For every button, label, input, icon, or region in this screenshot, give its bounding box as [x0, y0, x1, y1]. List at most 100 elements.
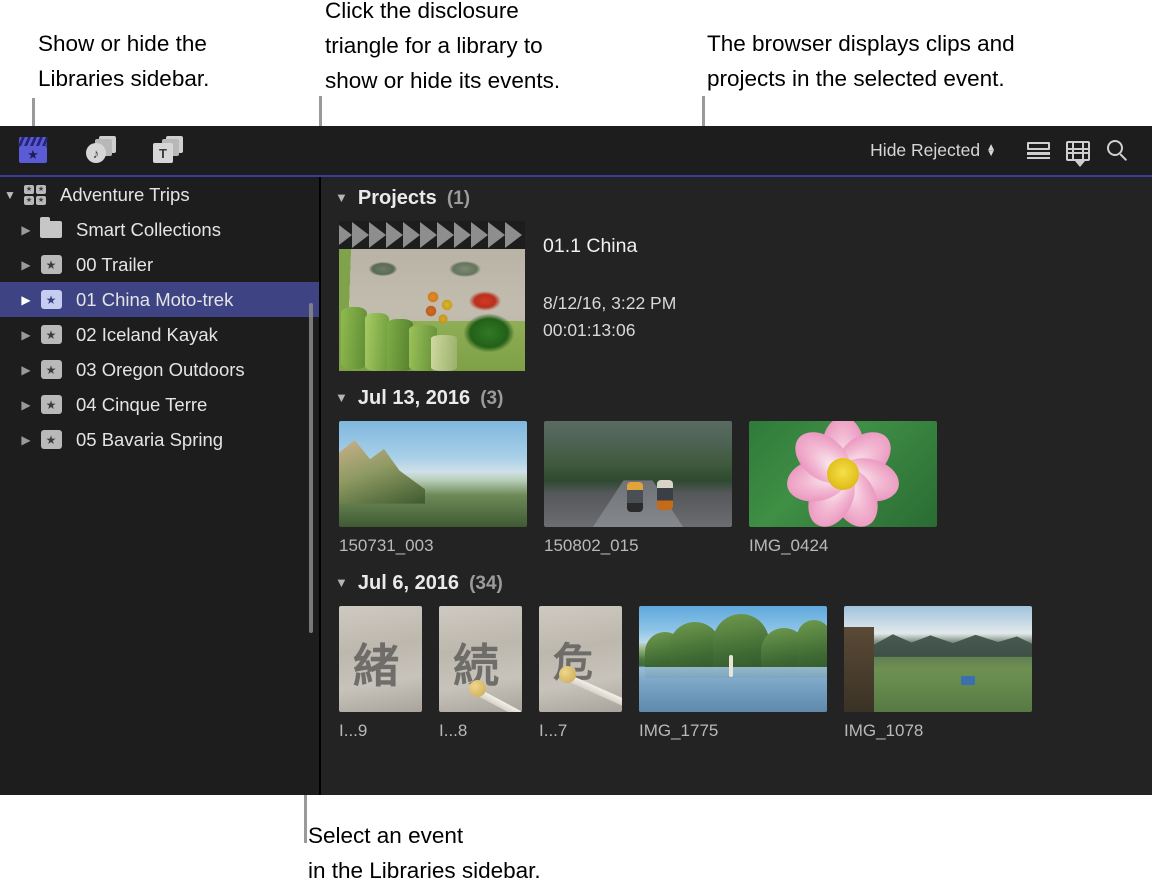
clip-item[interactable]: IMG_1775 [639, 606, 827, 741]
music-note-glyph: ♪ [86, 143, 106, 163]
disclosure-triangle[interactable]: ▶ [16, 258, 36, 272]
disclosure-triangle[interactable]: ▶ [16, 223, 36, 237]
clip-item[interactable]: IMG_1078 [844, 606, 1032, 741]
clip-item[interactable]: 150731_003 [339, 421, 527, 556]
disclosure-triangle[interactable]: ▶ [16, 433, 36, 447]
event-browser: ▼Projects(1)01.1 China8/12/16, 3:22 PM00… [321, 177, 1152, 795]
list-view-button[interactable] [1018, 131, 1058, 171]
clip-thumbnail: 緒 [339, 606, 422, 712]
filmstrip-view-icon [1066, 141, 1090, 161]
clip-row: 緒I...9続I...8危I...7IMG_1775IMG_1078 [321, 606, 1152, 741]
filmstrip-view-button[interactable] [1058, 131, 1098, 171]
sidebar-scrollbar[interactable] [309, 303, 313, 633]
list-view-icon [1027, 142, 1050, 159]
project-thumbnail[interactable] [339, 221, 525, 371]
project-metadata: 01.1 China8/12/16, 3:22 PM00:01:13:06 [543, 221, 676, 371]
clip-item[interactable]: IMG_0424 [749, 421, 937, 556]
event-star-glyph: ★ [41, 325, 62, 344]
hide-rejected-popup[interactable]: Hide Rejected ▲ ▼ [870, 140, 996, 161]
sidebar-item-smart-collections[interactable]: ▶ Smart Collections [0, 212, 319, 247]
clip-row: 150731_003 150802_015 IMG_0424 [321, 421, 1152, 556]
photos-audio-icon: ♪ [84, 136, 116, 164]
section-header[interactable]: ▼ Jul 13, 2016 (3) [321, 387, 1152, 421]
event-star-glyph: ★ [41, 430, 62, 449]
sidebar-item-01-china-moto-trek[interactable]: ▶★01 China Moto-trek [0, 282, 319, 317]
browser-section: ▼Projects(1)01.1 China8/12/16, 3:22 PM00… [321, 177, 1152, 371]
event-star-icon: ★ [36, 290, 66, 309]
section-header[interactable]: ▼ Jul 6, 2016 (34) [321, 572, 1152, 606]
libraries-sidebar-toggle-button[interactable]: ★ [14, 131, 52, 169]
titles-generators-icon: T [151, 136, 183, 164]
sidebar-item-label: 05 Bavaria Spring [66, 429, 223, 451]
sidebar-item-05-bavaria-spring[interactable]: ▶ ★05 Bavaria Spring [0, 422, 319, 457]
sidebar-item-label: Smart Collections [66, 219, 221, 241]
sidebar-item-label: 02 Iceland Kayak [66, 324, 218, 346]
clip-item[interactable]: 150802_015 [544, 421, 732, 556]
clip-name: I...9 [339, 712, 422, 741]
event-star-icon: ★ [36, 325, 66, 344]
clip-thumbnail [749, 421, 937, 527]
sidebar-event-list: ▶Smart Collections▶★00 Trailer▶★01 China… [0, 212, 319, 457]
library-label: Adventure Trips [50, 184, 190, 206]
clip-thumbnail [639, 606, 827, 712]
event-star-icon: ★ [36, 360, 66, 379]
photos-and-audio-button[interactable]: ♪ [81, 131, 119, 169]
callout-browser: The browser displays clips and projects … [707, 26, 1015, 96]
final-cut-pro-window: ★ ♪ T [0, 126, 1152, 795]
clip-thumbnail [844, 606, 1032, 712]
folder-icon [36, 221, 66, 238]
clip-name: 150802_015 [544, 527, 732, 556]
search-button[interactable] [1098, 131, 1138, 171]
event-star-icon: ★ [36, 395, 66, 414]
project-date: 8/12/16, 3:22 PM [543, 290, 676, 317]
clip-item[interactable]: 緒I...9 [339, 606, 422, 741]
clip-name: 150731_003 [339, 527, 527, 556]
library-disclosure-triangle[interactable]: ▼ [0, 188, 20, 202]
sidebar-item-label: 00 Trailer [66, 254, 153, 276]
title-t-glyph: T [153, 143, 173, 163]
section-count: (1) [447, 188, 470, 210]
clip-thumbnail [544, 421, 732, 527]
leader-line-select-event [304, 795, 307, 843]
sidebar-item-00-trailer[interactable]: ▶ ★00 Trailer [0, 247, 319, 282]
project-duration: 00:01:13:06 [543, 317, 676, 344]
disclosure-triangle[interactable]: ▶ [16, 363, 36, 377]
disclosure-triangle[interactable]: ▶ [16, 328, 36, 342]
sidebar-item-03-oregon-outdoors[interactable]: ▶★03 Oregon Outdoors [0, 352, 319, 387]
search-icon [1107, 140, 1129, 162]
browser-section: ▼ Jul 13, 2016 (3) 150731_003 150802_015 IMG_… [321, 371, 1152, 556]
section-title: Jul 13, 2016 [358, 387, 470, 410]
event-star-glyph: ★ [41, 360, 62, 379]
sidebar-item-label: 01 China Moto-trek [66, 289, 233, 311]
sidebar-library-adventure-trips[interactable]: ▼ ★ ★ ★ ★ Adventure Trips [0, 177, 319, 212]
sidebar-item-label: 04 Cinque Terre [66, 394, 207, 416]
section-disclosure-triangle[interactable]: ▼ [335, 190, 348, 205]
disclosure-triangle[interactable]: ▶ [16, 293, 36, 307]
section-disclosure-triangle[interactable]: ▼ [335, 390, 348, 405]
toolbar-right-group: Hide Rejected ▲ ▼ [870, 126, 1138, 175]
clip-item[interactable]: 続I...8 [439, 606, 522, 741]
clip-item[interactable]: 危I...7 [539, 606, 622, 741]
clip-thumbnail: 続 [439, 606, 522, 712]
clip-name: I...7 [539, 712, 622, 741]
event-star-glyph: ★ [41, 395, 62, 414]
library-grid-icon: ★ ★ ★ ★ [20, 185, 50, 205]
titles-and-generators-button[interactable]: T [148, 131, 186, 169]
section-count: (3) [480, 388, 503, 410]
browser-section: ▼Jul 6, 2016(34)緒I...9続I...8危I...7IMG_17… [321, 556, 1152, 741]
browser-toolbar: ★ ♪ T [0, 126, 1152, 175]
clip-name: IMG_1078 [844, 712, 1032, 741]
sidebar-item-04-cinque-terre[interactable]: ▶ ★04 Cinque Terre [0, 387, 319, 422]
section-title: Jul 6, 2016 [358, 572, 459, 595]
disclosure-triangle[interactable]: ▶ [16, 398, 36, 412]
event-star-glyph: ★ [41, 255, 62, 274]
screenshot-root: Show or hide the Libraries sidebar. Clic… [0, 0, 1152, 891]
section-disclosure-triangle[interactable]: ▼ [335, 575, 348, 590]
callout-select-event: Select an event in the Libraries sidebar… [308, 818, 541, 888]
section-count: (34) [469, 573, 503, 595]
section-header[interactable]: ▼Projects(1) [321, 187, 1152, 221]
chevron-updown-icon: ▲ ▼ [986, 145, 996, 157]
callout-disclosure-triangle: Click the disclosure triangle for a libr… [325, 0, 560, 98]
hide-rejected-label: Hide Rejected [870, 140, 980, 161]
sidebar-item-02-iceland-kayak[interactable]: ▶ ★02 Iceland Kayak [0, 317, 319, 352]
